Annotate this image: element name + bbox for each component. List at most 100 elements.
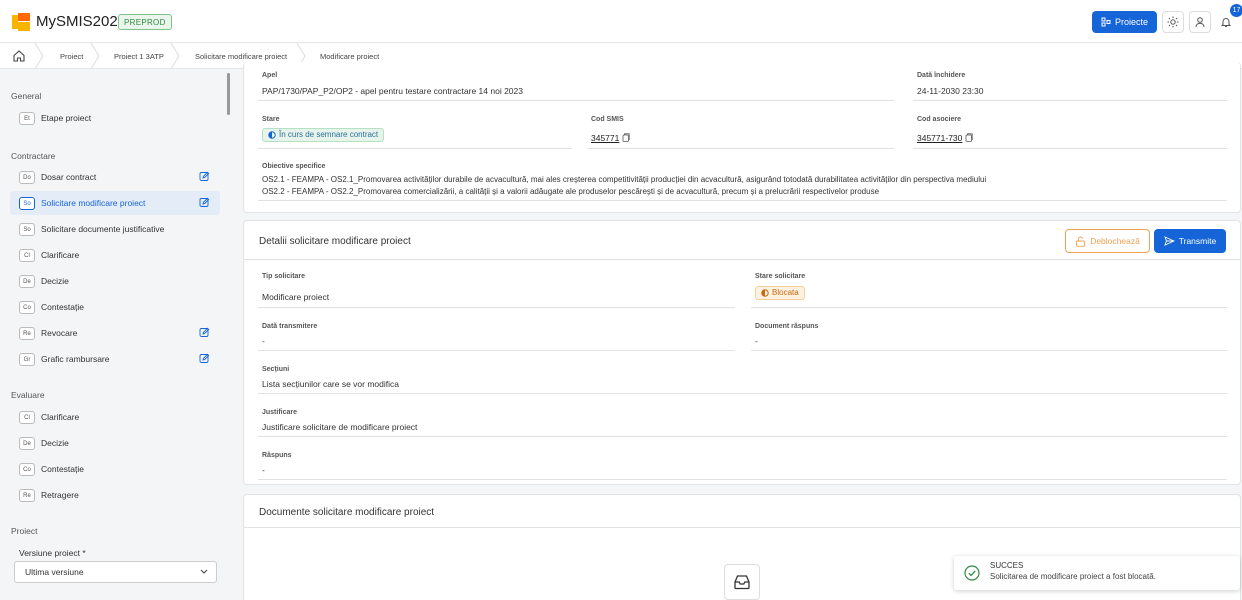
- sidebar-item-abbr: Et: [19, 111, 35, 125]
- sun-icon: [1167, 16, 1179, 28]
- assoc-code-value[interactable]: 345771-730: [917, 133, 973, 143]
- request-type-label: Tip solicitare: [262, 273, 306, 280]
- sidebar-item-abbr: So: [19, 196, 35, 210]
- theme-toggle-button[interactable]: [1162, 11, 1184, 33]
- sidebar-item-eval-contestatie[interactable]: Co Contestație: [10, 457, 220, 481]
- sidebar-item-label: Decizie: [41, 438, 69, 448]
- notification-count-badge: 17: [1230, 4, 1242, 17]
- sidebar-item-label: Etape proiect: [41, 113, 92, 123]
- sidebar-item-contestatie[interactable]: Co Contestație: [10, 295, 220, 319]
- send-button[interactable]: Transmite: [1154, 229, 1226, 253]
- smis-code-value[interactable]: 345771: [591, 133, 630, 143]
- divider: [913, 100, 1227, 101]
- apel-label: Apel: [262, 72, 278, 79]
- sidebar-item-grafic-rambursare[interactable]: Gr Grafic rambursare: [10, 347, 220, 371]
- success-toast[interactable]: SUCCES Solicitarea de modificare proiect…: [954, 556, 1240, 590]
- version-select-value: Ultima versiune: [25, 567, 84, 577]
- sidebar-item-abbr: De: [19, 436, 35, 450]
- request-details-title: Detalii solicitare modificare proiect: [259, 236, 411, 247]
- objectives-label: Obiective specifice: [262, 163, 326, 170]
- sidebar-item-eval-retragere[interactable]: Re Retragere: [10, 483, 220, 507]
- request-status-text: Blocata: [772, 288, 799, 297]
- projects-button[interactable]: Proiecte: [1092, 11, 1157, 33]
- edit-icon[interactable]: [199, 171, 210, 182]
- assoc-code-label: Cod asociere: [917, 116, 961, 123]
- home-icon[interactable]: [12, 49, 26, 63]
- divider: [258, 393, 1227, 394]
- check-circle-icon: [964, 565, 980, 581]
- sidebar-item-abbr: So: [19, 222, 35, 236]
- sidebar-item-abbr: Do: [19, 170, 35, 184]
- sidebar-item-label: Solicitare documente justificative: [41, 224, 165, 234]
- sidebar-item-abbr: De: [19, 274, 35, 288]
- empty-inbox-placeholder: [724, 564, 760, 600]
- sidebar-item-abbr: Co: [19, 300, 35, 314]
- breadcrumb-item-proiect[interactable]: Proiect: [60, 52, 83, 61]
- sidebar-item-eval-clarificare[interactable]: Cl Clarificare: [10, 405, 220, 429]
- sidebar-item-label: Revocare: [41, 328, 78, 338]
- sections-label: Secțiuni: [262, 366, 290, 373]
- projects-button-label: Proiecte: [1114, 17, 1149, 27]
- user-icon: [1195, 17, 1205, 28]
- toast-title: SUCCES: [990, 561, 1024, 570]
- documents-title: Documente solicitare modificare proiect: [259, 507, 435, 518]
- objective-item: OS2.2 - FEAMPA - OS2.2_Promovarea comerc…: [262, 187, 880, 196]
- divider: [258, 307, 735, 308]
- unlock-button[interactable]: Deblochează: [1065, 229, 1150, 253]
- sidebar-item-decizie[interactable]: De Decizie: [10, 269, 220, 293]
- sidebar-item-etape-proiect[interactable]: Et Etape proiect: [10, 106, 220, 130]
- sidebar-item-label: Solicitare modificare proiect: [41, 198, 146, 208]
- sidebar-item-label: Dosar contract: [41, 172, 97, 182]
- closing-date-label: Dată închidere: [917, 72, 966, 79]
- toast-message: Solicitarea de modificare proiect a fost…: [990, 572, 1156, 581]
- sidebar-section-contractare: Contractare: [11, 151, 56, 161]
- justification-value: Justificare solicitare de modificare pro…: [262, 422, 418, 432]
- sidebar-item-clarificare[interactable]: Cl Clarificare: [10, 243, 220, 267]
- divider: [258, 350, 735, 351]
- breadcrumb-item-project-name[interactable]: Proiect 1 3ATP: [114, 52, 164, 61]
- sidebar-item-eval-decizie[interactable]: De Decizie: [10, 431, 220, 455]
- version-label: Versiune proiect *: [19, 548, 86, 558]
- sidebar-item-revocare[interactable]: Re Revocare: [10, 321, 220, 345]
- project-status-text: În curs de semnare contract: [279, 130, 379, 139]
- apel-value: PAP/1730/PAP_P2/OP2 - apel pentru testar…: [262, 86, 523, 96]
- response-doc-label: Document răspuns: [755, 323, 819, 330]
- chevron-down-icon: [200, 569, 208, 574]
- sidebar-item-label: Retragere: [41, 490, 79, 500]
- sidebar-scrollbar[interactable]: [227, 73, 230, 115]
- sidebar-item-solicitare-modificare[interactable]: So Solicitare modificare proiect: [10, 191, 220, 215]
- bell-icon: [1220, 18, 1232, 27]
- sidebar-item-dosar-contract[interactable]: Do Dosar contract: [10, 165, 220, 189]
- app-name[interactable]: MySMIS2021: [36, 13, 126, 30]
- assoc-code-link[interactable]: 345771-730: [917, 133, 962, 143]
- answer-label: Răspuns: [262, 452, 292, 459]
- sidebar-item-label: Clarificare: [41, 250, 80, 260]
- response-doc-value: -: [755, 336, 758, 346]
- edit-icon[interactable]: [199, 197, 210, 208]
- sidebar-item-abbr: Re: [19, 326, 35, 340]
- breadcrumb-item-current: Modificare proiect: [320, 52, 380, 61]
- smis-code-link[interactable]: 345771: [591, 133, 619, 143]
- objective-item: OS2.1 - FEAMPA - OS2.1_Promovarea activi…: [262, 175, 987, 184]
- half-circle-icon: [761, 289, 769, 297]
- sidebar-item-label: Contestație: [41, 464, 84, 474]
- user-menu-button[interactable]: [1189, 11, 1211, 33]
- sent-date-label: Dată transmitere: [262, 323, 318, 330]
- sidebar-item-solicitare-documente[interactable]: So Solicitare documente justificative: [10, 217, 220, 241]
- stare-label: Stare: [262, 116, 280, 123]
- divider: [587, 148, 894, 149]
- justification-label: Justificare: [262, 409, 298, 416]
- edit-icon[interactable]: [199, 353, 210, 364]
- version-select[interactable]: Ultima versiune: [14, 561, 217, 583]
- inbox-icon: [734, 575, 750, 590]
- sent-date-value: -: [262, 336, 265, 346]
- card-header-divider: [244, 527, 1240, 528]
- copy-icon[interactable]: [965, 133, 973, 142]
- breadcrumb-separator-icon: [34, 43, 44, 69]
- edit-icon[interactable]: [199, 327, 210, 338]
- app-logo-icon: [12, 13, 30, 31]
- sidebar-section-proiect: Proiect: [11, 526, 38, 536]
- divider: [751, 307, 1227, 308]
- breadcrumb-item-request[interactable]: Solicitare modificare proiect: [195, 52, 287, 61]
- copy-icon[interactable]: [622, 133, 630, 142]
